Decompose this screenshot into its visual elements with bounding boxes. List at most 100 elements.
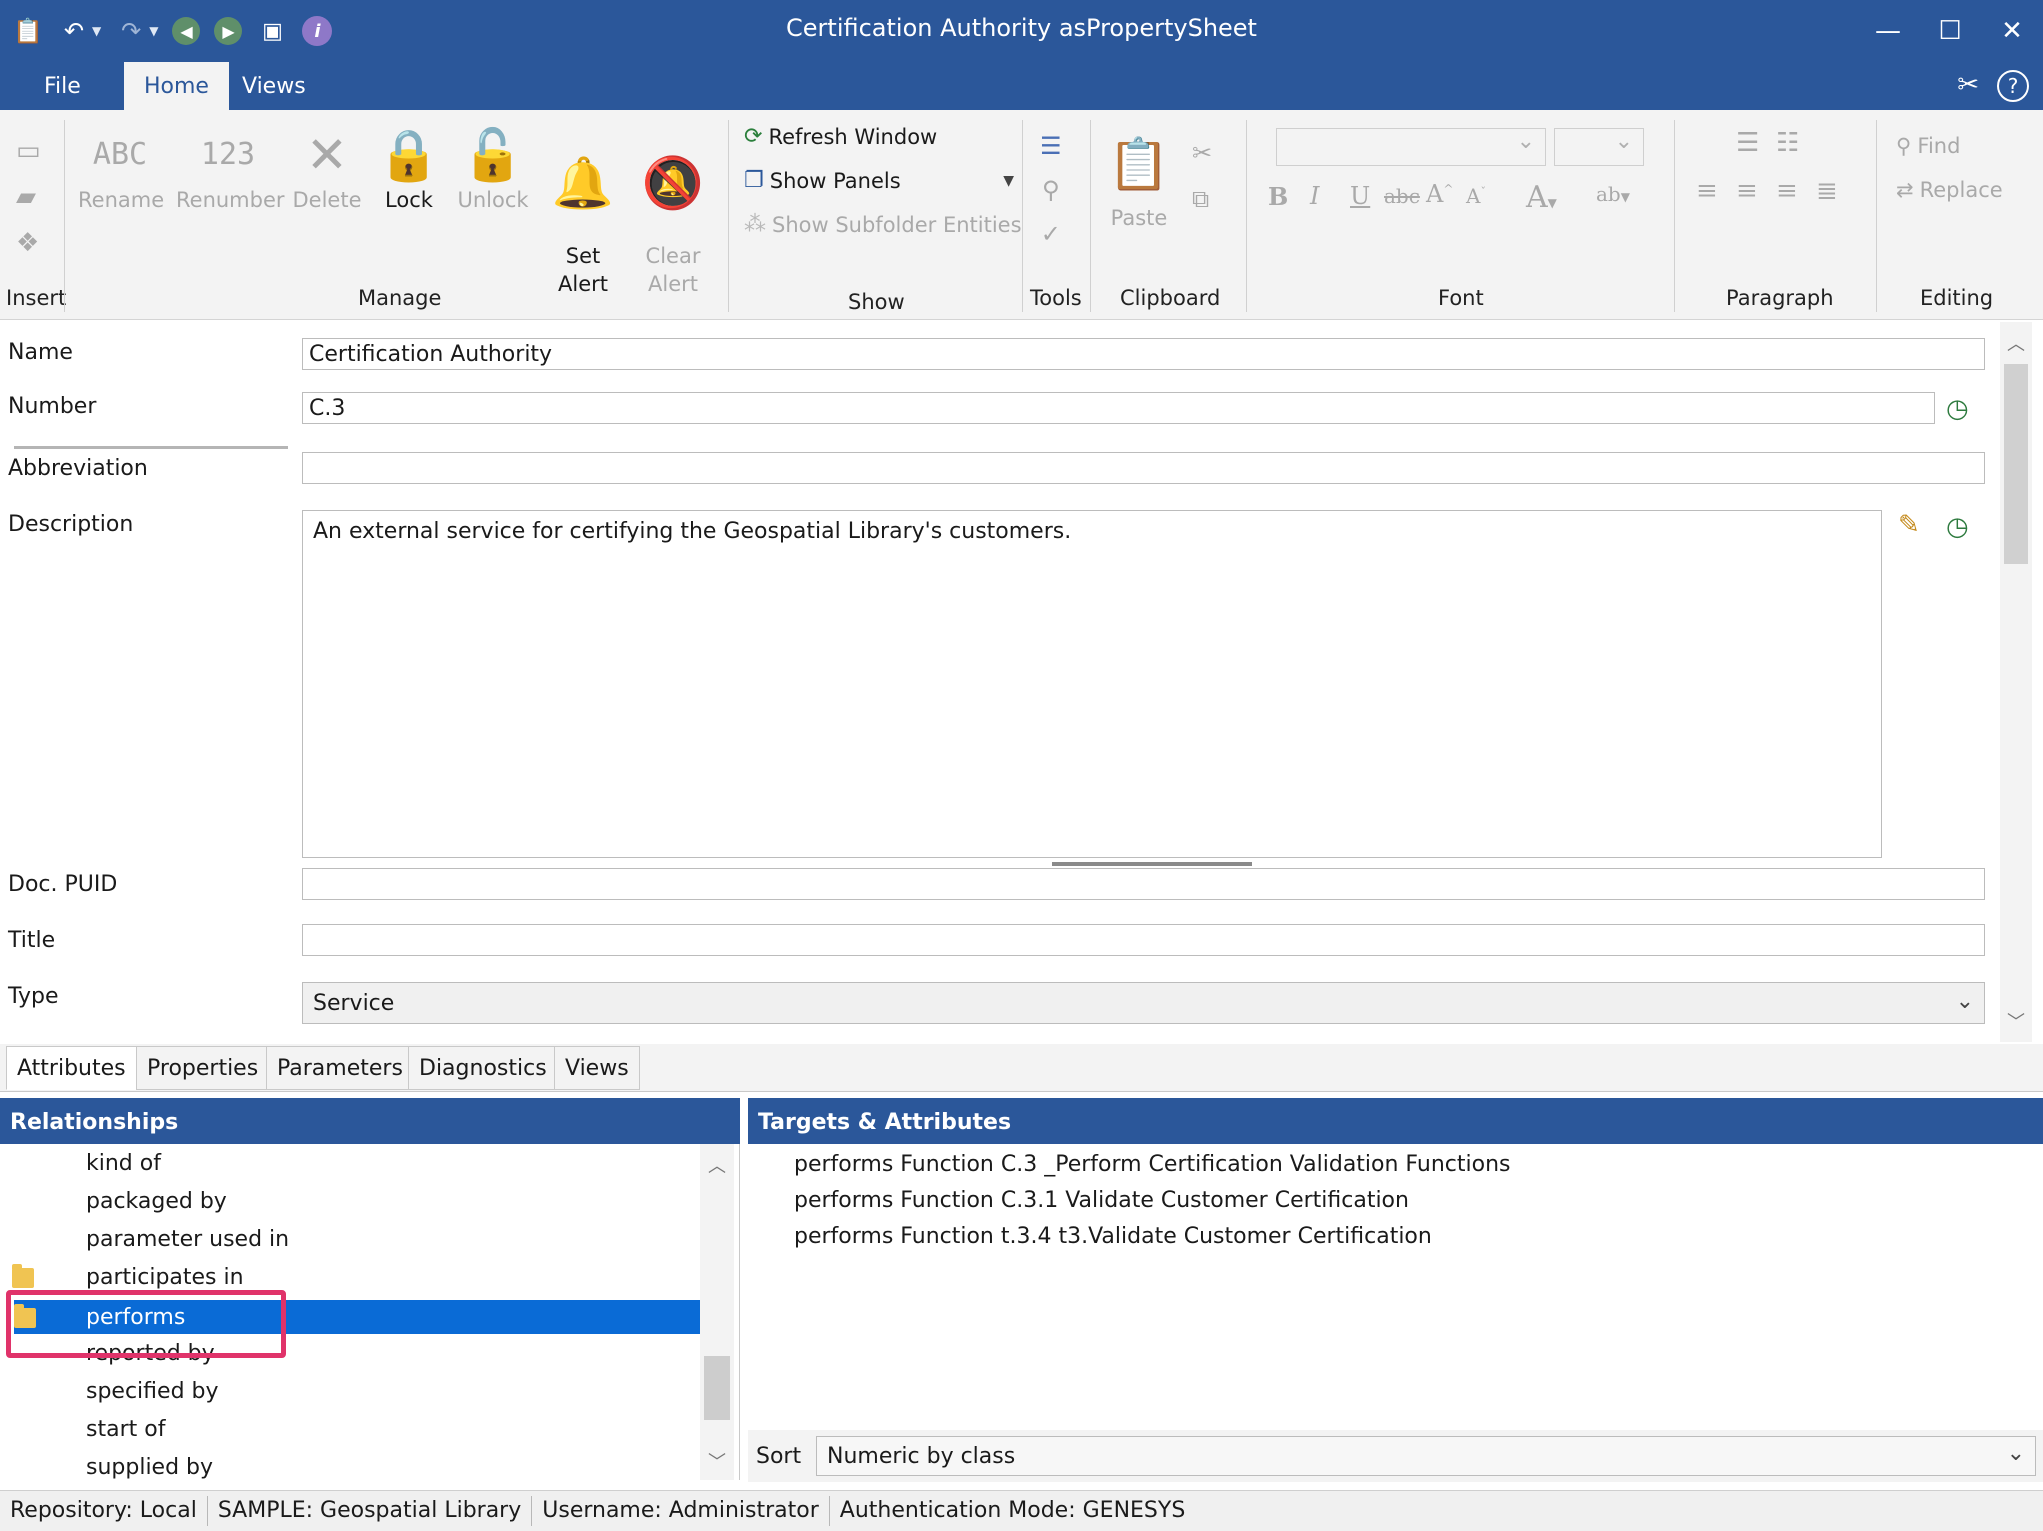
tab-diagnostics[interactable]: Diagnostics: [408, 1046, 558, 1090]
title-label: Title: [8, 928, 56, 953]
tab-parameters[interactable]: Parameters: [266, 1046, 414, 1090]
maximize-icon[interactable]: ☐: [1919, 0, 1981, 62]
italic-icon[interactable]: I: [1310, 182, 1319, 210]
title-field[interactable]: [302, 924, 1985, 956]
tab-home[interactable]: Home: [124, 62, 229, 110]
target-item[interactable]: performs Function C.3.1 Validate Custome…: [794, 1188, 1409, 1213]
font-size-select[interactable]: [1554, 128, 1644, 166]
clear-alert-label: Clear Alert: [645, 244, 701, 296]
tools-options-icon[interactable]: ✂: [1957, 70, 1979, 102]
list-item[interactable]: packaged by: [0, 1182, 700, 1220]
number-label: Number: [8, 394, 97, 419]
scroll-thumb[interactable]: [704, 1356, 730, 1420]
find-button[interactable]: ⚲ Find: [1896, 134, 1960, 158]
renumber-button[interactable]: 123 Renumber: [176, 124, 285, 214]
status-user: Username: Administrator: [532, 1496, 830, 1526]
list-item[interactable]: kind of: [0, 1144, 700, 1182]
sort-select[interactable]: Numeric by class ⌄: [816, 1436, 2036, 1476]
target-item[interactable]: performs Function C.3 _Perform Certifica…: [794, 1152, 1510, 1177]
list-item[interactable]: specified by: [0, 1372, 700, 1410]
close-icon[interactable]: ✕: [1981, 0, 2043, 62]
tools-search-icon[interactable]: ⚲: [1040, 168, 1062, 212]
description-field[interactable]: An external service for certifying the G…: [302, 510, 1882, 858]
manage-group-label: Manage: [358, 286, 442, 310]
delete-button[interactable]: ✕ Delete: [292, 124, 362, 214]
scroll-down-icon[interactable]: ﹀: [700, 1448, 734, 1474]
insert-entity-icon[interactable]: ▭: [16, 128, 41, 174]
unlock-button[interactable]: 🔓 Unlock: [454, 124, 532, 214]
lock-button[interactable]: 🔒 Lock: [376, 124, 442, 214]
rename-label: Rename: [78, 188, 165, 212]
status-bar: Repository: Local SAMPLE: Geospatial Lib…: [0, 1490, 2043, 1531]
description-resize-handle[interactable]: [1052, 862, 1252, 866]
align-center-icon[interactable]: ≡: [1736, 176, 1758, 206]
type-value: Service: [313, 991, 395, 1016]
tools-list-icon[interactable]: ☰: [1040, 124, 1062, 168]
abbreviation-field[interactable]: [302, 452, 1985, 484]
doc-puid-field[interactable]: [302, 868, 1985, 900]
list-item[interactable]: parameter used in: [0, 1220, 700, 1258]
status-repository: Repository: Local: [0, 1496, 208, 1526]
name-field[interactable]: Certification Authority: [302, 338, 1985, 370]
relationships-header: Relationships: [0, 1098, 740, 1144]
description-history-icon[interactable]: ◷: [1946, 512, 1969, 542]
scroll-down-icon[interactable]: ﹀: [2000, 1008, 2032, 1034]
bell-icon: 🔔: [551, 154, 615, 212]
tab-properties[interactable]: Properties: [136, 1046, 270, 1090]
justify-icon[interactable]: ≣: [1816, 176, 1838, 206]
clear-alert-button[interactable]: 🔕 Clear Alert: [632, 124, 714, 326]
number-history-icon[interactable]: ◷: [1946, 394, 1969, 424]
scroll-up-icon[interactable]: ︿: [2000, 330, 2032, 356]
bullets-icon[interactable]: ☰: [1736, 128, 1759, 158]
shrink-font-icon[interactable]: Aˇ: [1466, 184, 1486, 208]
insert-folder-icon[interactable]: ▰: [16, 174, 41, 220]
tools-group-label: Tools: [1030, 286, 1082, 310]
paste-icon: 📋: [1107, 135, 1171, 193]
lock-icon: 🔒: [377, 126, 441, 184]
strikethrough-icon[interactable]: abc: [1384, 184, 1420, 208]
spellcheck-icon[interactable]: ✓: [1040, 212, 1062, 256]
bold-icon[interactable]: B: [1268, 182, 1288, 211]
number-field[interactable]: C.3: [302, 392, 1935, 424]
highlight-color-icon[interactable]: ab▼: [1596, 182, 1630, 206]
set-alert-button[interactable]: 🔔 Set Alert: [548, 124, 618, 326]
separator: [1022, 120, 1023, 312]
align-left-icon[interactable]: ≡: [1696, 176, 1718, 206]
help-icon[interactable]: ?: [1997, 70, 2029, 102]
relationships-scrollbar[interactable]: ︿ ﹀: [700, 1144, 734, 1480]
divider: [14, 446, 288, 449]
grow-font-icon[interactable]: A^: [1426, 180, 1453, 208]
list-item[interactable]: supplied by: [0, 1448, 700, 1480]
tab-views-sheet[interactable]: Views: [554, 1046, 640, 1090]
show-subfolder-entities-button[interactable]: ⁂ Show Subfolder Entities: [744, 212, 1022, 237]
align-right-icon[interactable]: ≡: [1776, 176, 1798, 206]
type-select[interactable]: Service ⌄: [302, 982, 1985, 1024]
replace-button[interactable]: ⇄ Replace: [1896, 178, 2003, 202]
ribbon-right-controls: ✂ ?: [1957, 70, 2029, 102]
minimize-icon[interactable]: —: [1857, 0, 1919, 62]
tab-file[interactable]: File: [24, 62, 101, 110]
tab-views[interactable]: Views: [222, 62, 326, 110]
numbering-icon[interactable]: ☷: [1776, 128, 1799, 158]
target-item[interactable]: performs Function t.3.4 t3.Validate Cust…: [794, 1224, 1432, 1249]
separator: [1090, 120, 1091, 312]
cut-icon[interactable]: ✂: [1192, 130, 1212, 176]
underline-icon[interactable]: U: [1350, 182, 1370, 210]
rename-button[interactable]: ABC Rename: [78, 124, 165, 214]
tab-attributes[interactable]: Attributes: [6, 1046, 137, 1090]
doc-puid-label: Doc. PUID: [8, 872, 118, 897]
list-item[interactable]: start of: [0, 1410, 700, 1448]
scroll-thumb[interactable]: [2004, 364, 2028, 564]
property-form: Name Certification Authority Number C.3 …: [0, 322, 2043, 1042]
scroll-up-icon[interactable]: ︿: [700, 1152, 734, 1178]
edit-description-icon[interactable]: ✎: [1898, 510, 1920, 540]
show-panels-button[interactable]: ❐ Show Panels ▼: [744, 168, 1014, 193]
paste-button[interactable]: 📋 Paste: [1106, 124, 1172, 232]
show-panels-dropdown-icon[interactable]: ▼: [1003, 173, 1014, 189]
refresh-window-button[interactable]: ⟳ Refresh Window: [744, 124, 937, 149]
copy-icon[interactable]: ⧉: [1192, 176, 1212, 222]
form-scrollbar[interactable]: ︿ ﹀: [2000, 322, 2032, 1042]
insert-package-icon[interactable]: ❖: [16, 220, 41, 266]
font-family-select[interactable]: [1276, 128, 1546, 166]
font-color-icon[interactable]: A▼: [1526, 180, 1557, 215]
